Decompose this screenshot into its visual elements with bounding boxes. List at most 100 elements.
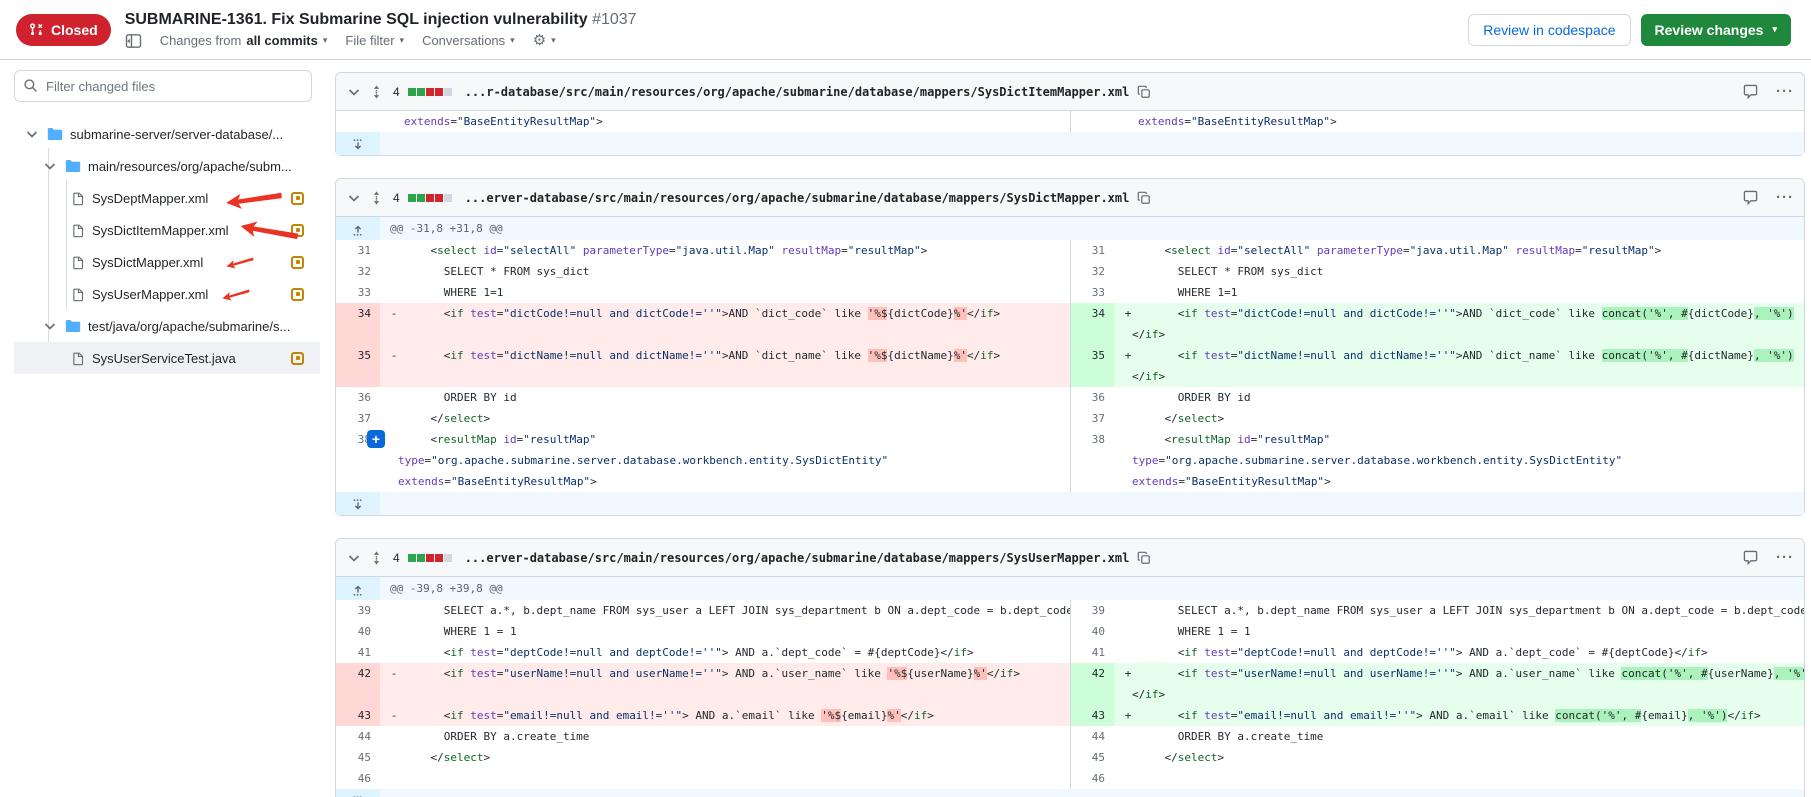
copy-path-icon[interactable] [1137, 85, 1151, 99]
old-line-number[interactable]: 40 [336, 621, 380, 642]
expand-down-button[interactable] [336, 492, 380, 515]
old-line-number[interactable]: 46 [336, 768, 380, 789]
new-line-number[interactable]: 40 [1070, 621, 1114, 642]
code-line: </if> [1118, 366, 1798, 387]
drag-grabber-icon[interactable] [370, 84, 383, 100]
comment-icon[interactable] [1743, 550, 1758, 565]
conversations-label: Conversations [422, 33, 505, 48]
chevron-down-icon[interactable] [24, 126, 40, 142]
new-line-number[interactable]: 42 [1070, 663, 1114, 705]
drag-grabber-icon[interactable] [370, 550, 383, 566]
sidebar-item-sysuserservicetest-java[interactable]: SysUserServiceTest.java [14, 342, 320, 374]
old-code-cell: extends="BaseEntityResultMap"> [380, 111, 1070, 132]
file-filter-label: File filter [345, 33, 394, 48]
kebab-menu-icon[interactable]: ··· [1776, 189, 1794, 206]
sidebar-item-test-java-org-apache-submarine-s[interactable]: test/java/org/apache/submarine/s... [14, 310, 320, 342]
old-line-number[interactable]: 33 [336, 282, 380, 303]
sidebar-item-sysdictmapper-xml[interactable]: SysDictMapper.xml [14, 246, 320, 278]
changes-from-dropdown[interactable]: Changes from all commits ▾ [160, 33, 328, 48]
review-changes-button[interactable]: Review changes ▾ [1641, 14, 1791, 46]
chevron-down-icon[interactable] [346, 550, 362, 566]
new-line-number[interactable]: 41 [1070, 642, 1114, 663]
kebab-menu-icon[interactable]: ··· [1776, 83, 1794, 100]
folder-label: test/java/org/apache/submarine/s... [88, 319, 290, 334]
old-line-number[interactable]: 43 [336, 705, 380, 726]
old-line-number[interactable]: 38+ [336, 429, 380, 492]
old-line-number[interactable]: 35 [336, 345, 380, 387]
copy-path-icon[interactable] [1137, 191, 1151, 205]
chevron-down-icon[interactable] [42, 158, 58, 174]
new-line-number[interactable]: 46 [1070, 768, 1114, 789]
code-line: ORDER BY id [384, 387, 1064, 408]
expand-up-button[interactable] [336, 577, 380, 600]
conversations-dropdown[interactable]: Conversations ▾ [422, 33, 515, 48]
old-line-number[interactable]: 39 [336, 600, 380, 621]
chevron-down-icon[interactable] [346, 84, 362, 100]
expand-down-button[interactable] [336, 789, 380, 797]
file-icon [72, 351, 85, 366]
code-line: WHERE 1 = 1 [384, 621, 1064, 642]
new-line-number[interactable]: 39 [1070, 600, 1114, 621]
new-line-number[interactable]: 36 [1070, 387, 1114, 408]
file-path[interactable]: ...r-database/src/main/resources/org/apa… [465, 85, 1130, 99]
new-code-cell: WHERE 1=1 [1114, 282, 1804, 303]
diff-settings-dropdown[interactable]: ⚙ ▾ [533, 33, 556, 48]
code-line [384, 768, 1064, 789]
code-line: ORDER BY a.create_time [384, 726, 1064, 747]
new-line-number[interactable] [1070, 111, 1114, 132]
old-line-number[interactable]: 32 [336, 261, 380, 282]
code-line: <if test="deptCode!=null and deptCode!='… [1118, 642, 1798, 663]
filter-changed-files-input[interactable] [14, 70, 312, 102]
new-line-number[interactable]: 35 [1070, 345, 1114, 387]
kebab-menu-icon[interactable]: ··· [1776, 549, 1794, 566]
comment-icon[interactable] [1743, 84, 1758, 99]
file-path[interactable]: ...erver-database/src/main/resources/org… [465, 551, 1130, 565]
new-line-number[interactable]: 38 [1070, 429, 1114, 492]
old-line-number[interactable]: 37 [336, 408, 380, 429]
code-line: WHERE 1 = 1 [1118, 621, 1798, 642]
old-code-cell: <resultMap id="resultMap"type="org.apach… [380, 429, 1070, 492]
old-line-number[interactable]: 31 [336, 240, 380, 261]
modified-badge-icon [291, 352, 304, 365]
chevron-down-icon[interactable] [346, 190, 362, 206]
diff-row: 45 </select>45 </select> [336, 747, 1804, 768]
comment-icon[interactable] [1743, 190, 1758, 205]
expand-down-button[interactable] [336, 132, 380, 155]
chevron-down-icon[interactable] [42, 318, 58, 334]
sidebar-item-submarine-server-server-database[interactable]: submarine-server/server-database/... [14, 118, 320, 150]
file-diff-card: 4...r-database/src/main/resources/org/ap… [335, 72, 1805, 156]
expand-up-button[interactable] [336, 217, 380, 240]
status-label: Closed [51, 22, 98, 38]
old-line-number[interactable]: 36 [336, 387, 380, 408]
new-line-number[interactable]: 33 [1070, 282, 1114, 303]
old-line-number[interactable]: 45 [336, 747, 380, 768]
code-line: WHERE 1=1 [1118, 282, 1798, 303]
new-line-number[interactable]: 37 [1070, 408, 1114, 429]
collapse-file-tree-icon[interactable] [125, 33, 142, 49]
code-line: + <if test="userName!=null and userName!… [1118, 663, 1798, 684]
copy-path-icon[interactable] [1137, 551, 1151, 565]
changed-lines-count: 4 [393, 551, 400, 565]
old-line-number[interactable] [336, 111, 380, 132]
old-line-number[interactable]: 41 [336, 642, 380, 663]
new-line-number[interactable]: 32 [1070, 261, 1114, 282]
sidebar-item-sysusermapper-xml[interactable]: SysUserMapper.xml [14, 278, 320, 310]
code-line: <resultMap id="resultMap" [384, 429, 1064, 450]
old-line-number[interactable]: 44 [336, 726, 380, 747]
drag-grabber-icon[interactable] [370, 190, 383, 206]
diff-row [336, 789, 1804, 797]
review-in-codespace-button[interactable]: Review in codespace [1468, 14, 1630, 46]
add-comment-button[interactable]: + [367, 430, 385, 448]
old-line-number[interactable]: 34 [336, 303, 380, 345]
file-path[interactable]: ...erver-database/src/main/resources/org… [465, 191, 1130, 205]
new-line-number[interactable]: 31 [1070, 240, 1114, 261]
file-filter-dropdown[interactable]: File filter ▾ [345, 33, 404, 48]
new-code-cell: WHERE 1 = 1 [1114, 621, 1804, 642]
new-line-number[interactable]: 43 [1070, 705, 1114, 726]
new-code-cell: <if test="deptCode!=null and deptCode!='… [1114, 642, 1804, 663]
old-line-number[interactable]: 42 [336, 663, 380, 705]
sidebar-item-main-resources-org-apache-subm[interactable]: main/resources/org/apache/subm... [14, 150, 320, 182]
new-line-number[interactable]: 45 [1070, 747, 1114, 768]
new-line-number[interactable]: 34 [1070, 303, 1114, 345]
new-line-number[interactable]: 44 [1070, 726, 1114, 747]
